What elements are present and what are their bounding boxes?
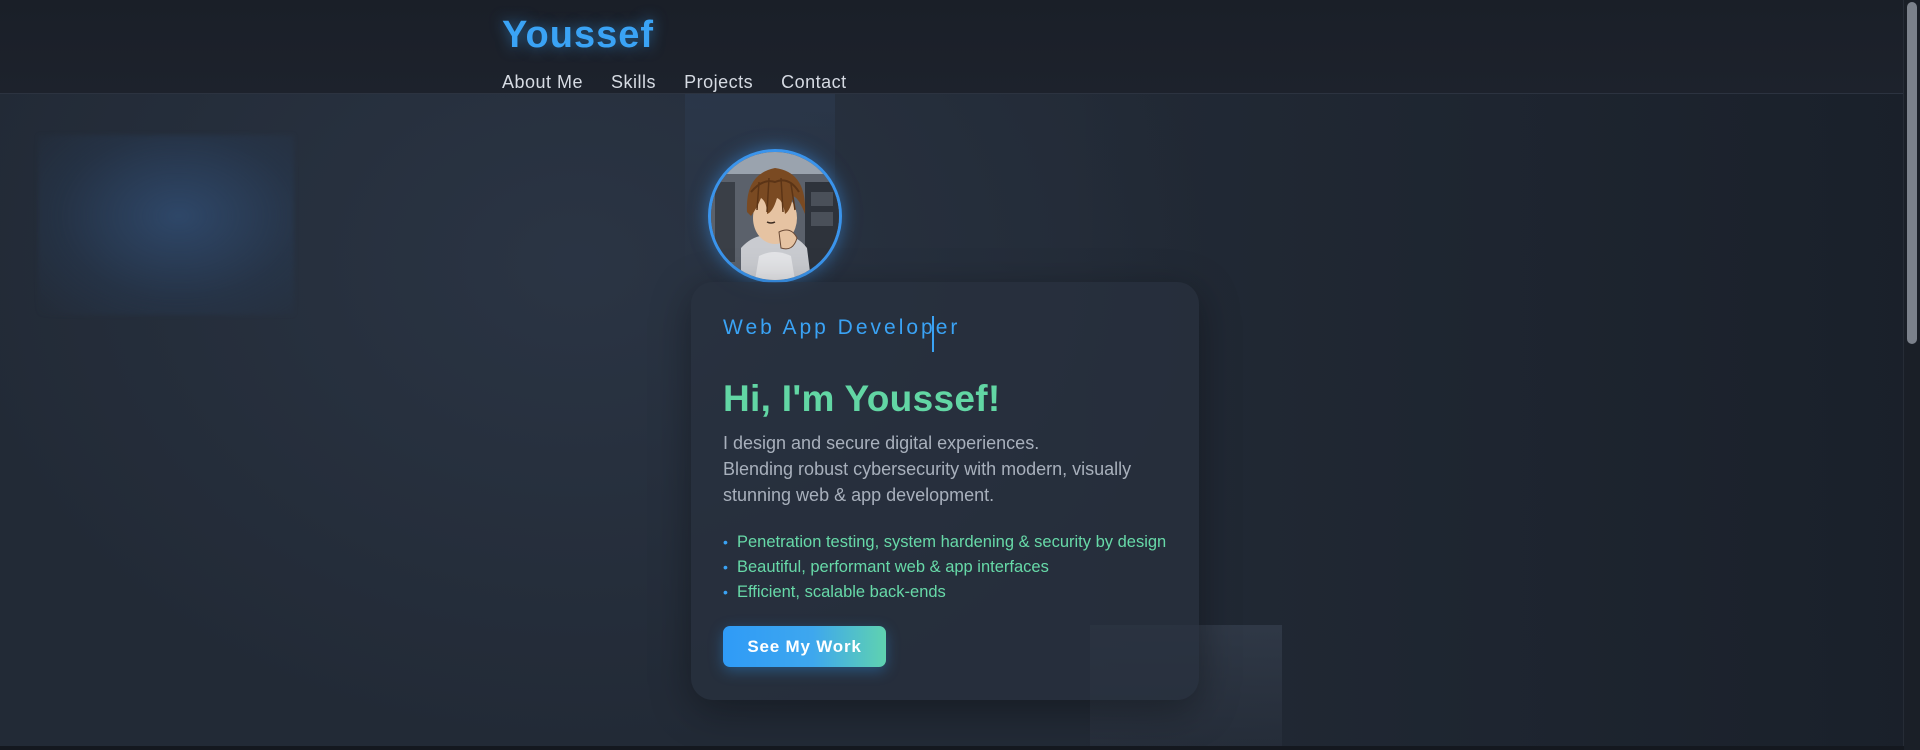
- nav-link-projects[interactable]: Projects: [684, 72, 753, 93]
- feature-text: Efficient, scalable back-ends: [737, 583, 946, 601]
- nav-link-contact[interactable]: Contact: [781, 72, 847, 93]
- main-nav: About Me Skills Projects Contact: [502, 72, 847, 93]
- feature-list: • Penetration testing, system hardening …: [723, 530, 1166, 605]
- vertical-scrollbar[interactable]: [1903, 0, 1920, 750]
- nav-link-skills[interactable]: Skills: [611, 72, 656, 93]
- intro-line: Blending robust cybersecurity with moder…: [723, 459, 1132, 479]
- hero-card: Web App Developer Hi, I'm Youssef! I des…: [691, 282, 1199, 700]
- feature-text: Penetration testing, system hardening & …: [737, 533, 1167, 551]
- top-navbar: Youssef About Me Skills Projects Contact: [0, 0, 1904, 94]
- intro-line: stunning web & app development.: [723, 485, 995, 505]
- brand-logo[interactable]: Youssef: [502, 14, 654, 57]
- anime-character-avatar-icon: [711, 152, 839, 280]
- hero-intro: I design and secure digital experiences.…: [723, 430, 1173, 508]
- intro-line: I design and secure digital experiences.: [723, 433, 1040, 453]
- nav-link-about-me[interactable]: About Me: [502, 72, 583, 93]
- profile-avatar: [708, 149, 842, 283]
- hero-headline: Hi, I'm Youssef!: [723, 378, 1001, 419]
- role-typewriter-text: Web App Developer: [723, 316, 961, 339]
- feature-text: Beautiful, performant web & app interfac…: [737, 558, 1049, 576]
- feature-item: • Beautiful, performant web & app interf…: [723, 555, 1166, 580]
- bullet-dot-icon: •: [723, 584, 728, 600]
- bullet-dot-icon: •: [723, 534, 728, 550]
- feature-item: • Efficient, scalable back-ends: [723, 580, 1166, 605]
- page-bottom-edge: [0, 746, 1904, 750]
- see-my-work-button[interactable]: See My Work: [723, 626, 886, 667]
- typing-cursor: [932, 316, 934, 352]
- feature-item: • Penetration testing, system hardening …: [723, 530, 1166, 555]
- bullet-dot-icon: •: [723, 559, 728, 575]
- scrollbar-thumb[interactable]: [1907, 2, 1917, 344]
